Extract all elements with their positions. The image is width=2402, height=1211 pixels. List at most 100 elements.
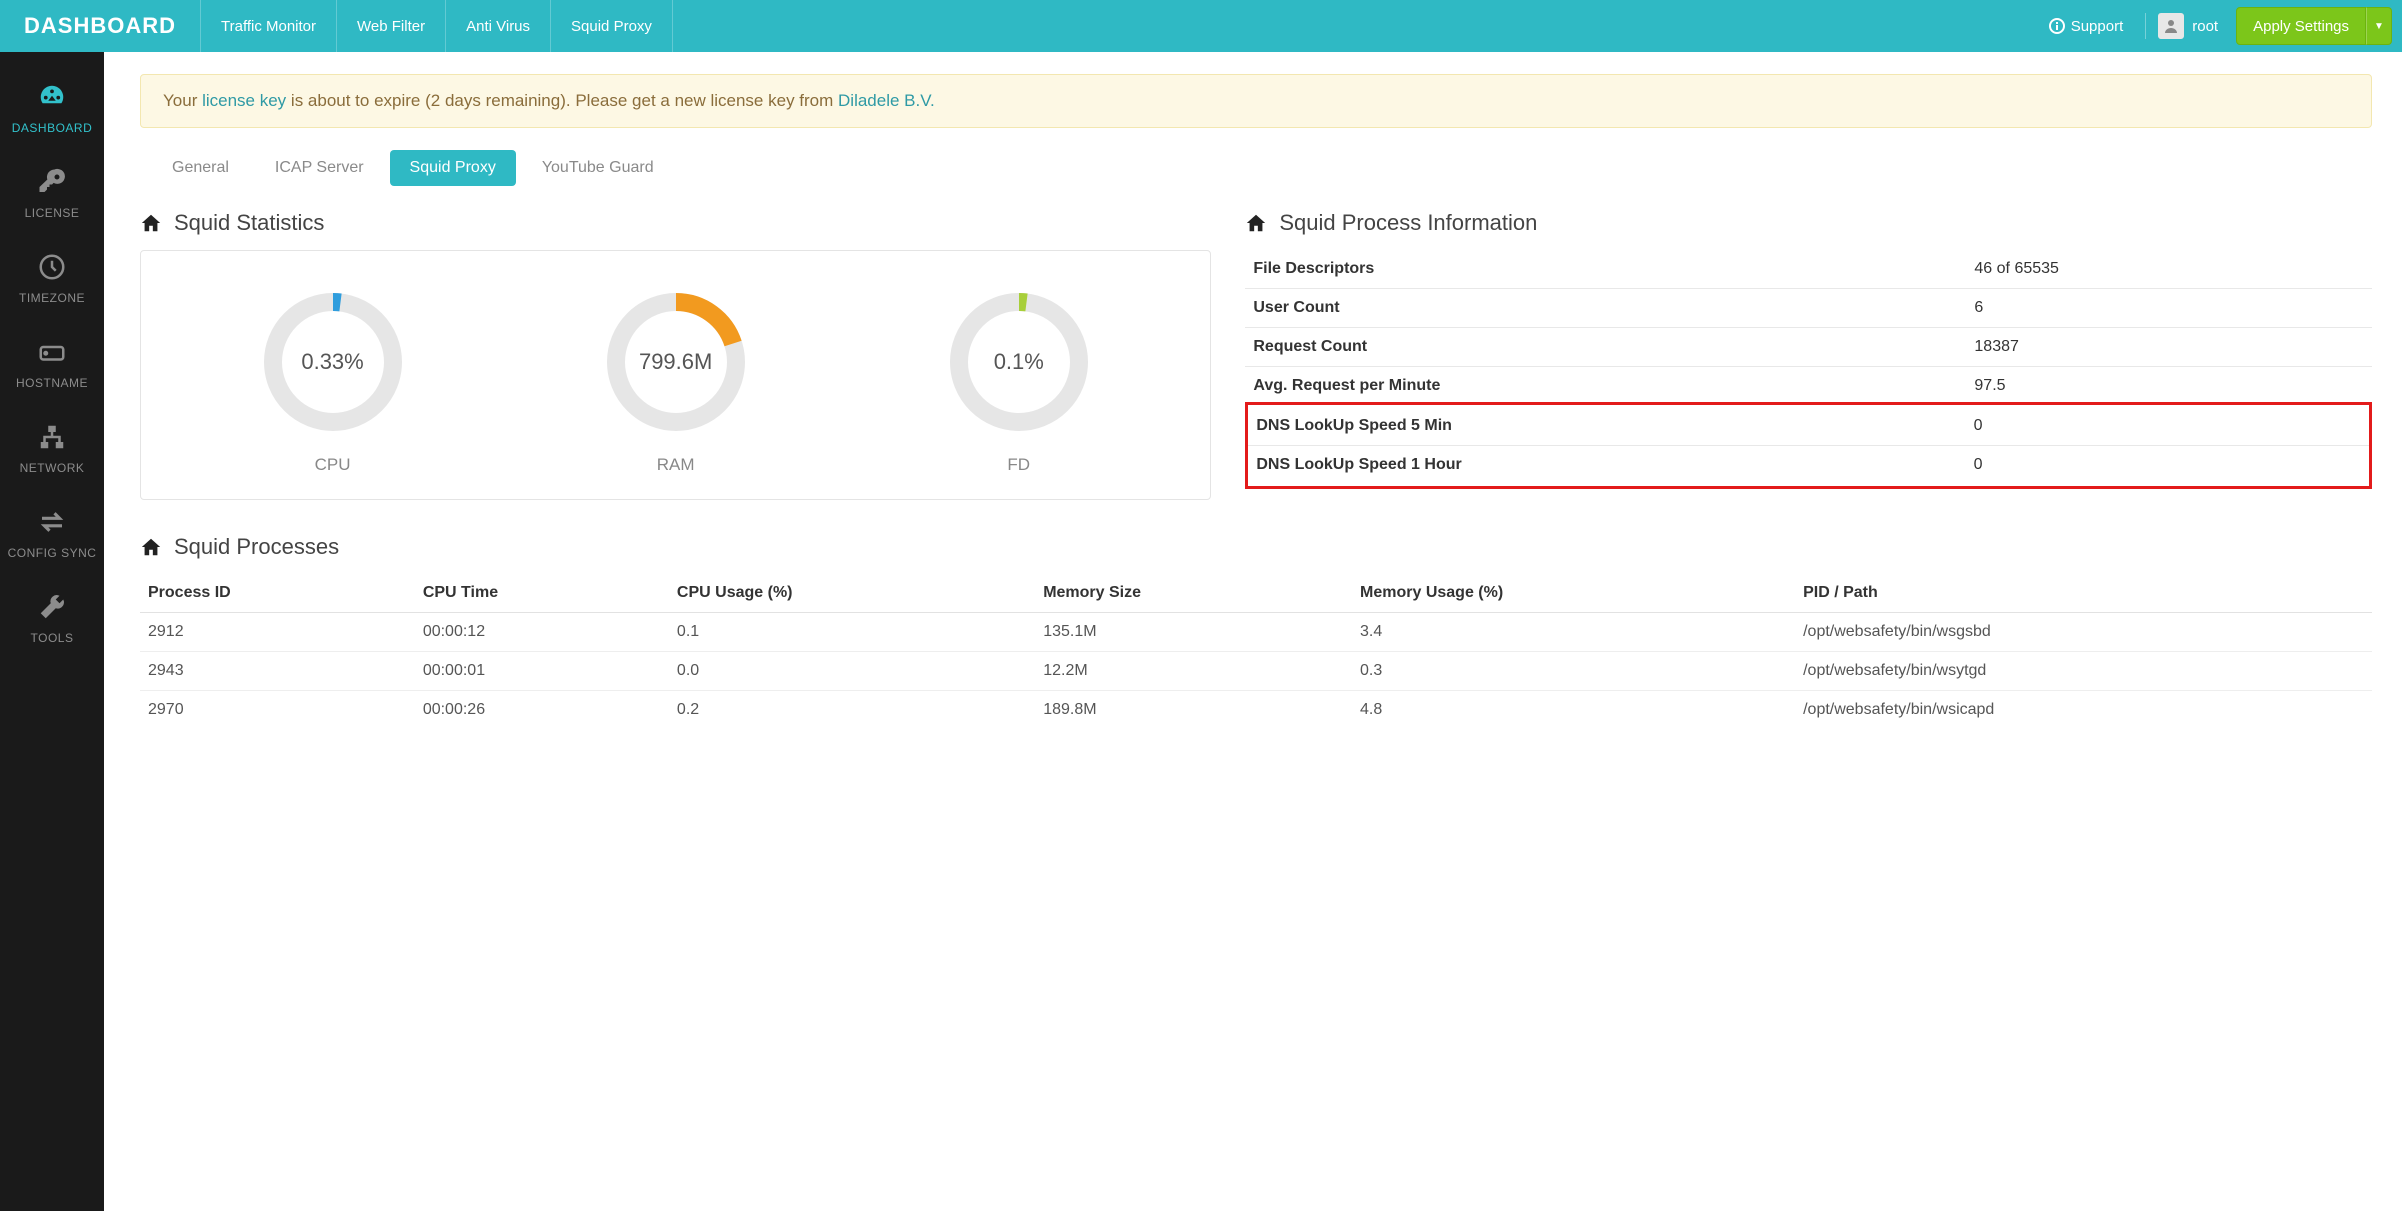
info-key: File Descriptors <box>1245 250 1966 289</box>
top-bar: DASHBOARD Traffic MonitorWeb FilterAnti … <box>0 0 2402 52</box>
support-link[interactable]: Support <box>2039 18 2134 35</box>
user-name: root <box>2192 18 2218 35</box>
column-header: PID / Path <box>1795 574 2372 613</box>
info-row: DNS LookUp Speed 5 Min0 <box>1248 407 2369 446</box>
sidebar-item-hostname[interactable]: HOSTNAME <box>0 321 104 406</box>
info-row: Avg. Request per Minute97.5 <box>1245 367 2372 406</box>
donut-fd: 0.1% FD <box>944 287 1094 475</box>
column-header: Process ID <box>140 574 415 613</box>
info-value: 0 <box>1966 407 2369 446</box>
topnav-item-squid-proxy[interactable]: Squid Proxy <box>551 0 673 52</box>
apply-settings-dropdown[interactable]: ▼ <box>2366 7 2392 45</box>
process-info-highlight-table: DNS LookUp Speed 5 Min0DNS LookUp Speed … <box>1248 407 2369 484</box>
topnav-item-traffic-monitor[interactable]: Traffic Monitor <box>201 0 337 52</box>
info-row: User Count6 <box>1245 289 2372 328</box>
support-label: Support <box>2071 18 2124 35</box>
sidebar-item-license[interactable]: LICENSE <box>0 151 104 236</box>
table-cell: 2943 <box>140 652 415 691</box>
sub-tabs: GeneralICAP ServerSquid ProxyYouTube Gua… <box>140 150 2372 186</box>
info-row: DNS LookUp Speed 1 Hour0 <box>1248 446 2369 485</box>
tab-general[interactable]: General <box>152 150 249 186</box>
sidebar-label: LICENSE <box>25 206 80 220</box>
info-key: Request Count <box>1245 328 1966 367</box>
sidebar-item-config-sync[interactable]: CONFIG SYNC <box>0 491 104 576</box>
info-value: 6 <box>1966 289 2372 328</box>
table-cell: 0.2 <box>669 691 1035 730</box>
squid-process-info-title: Squid Process Information <box>1245 210 2372 236</box>
info-key: Avg. Request per Minute <box>1245 367 1966 406</box>
brand-logo[interactable]: DASHBOARD <box>0 0 201 52</box>
table-cell: 0.0 <box>669 652 1035 691</box>
sidebar-label: CONFIG SYNC <box>8 546 97 560</box>
table-row: 291200:00:120.1135.1M3.4/opt/websafety/b… <box>140 613 2372 652</box>
wrench-icon <box>37 592 67 625</box>
info-value: 0 <box>1966 446 2369 485</box>
table-cell: /opt/websafety/bin/wsytgd <box>1795 652 2372 691</box>
sync-icon <box>37 507 67 540</box>
user-menu[interactable]: root <box>2158 13 2224 39</box>
table-cell: 00:00:01 <box>415 652 669 691</box>
processes-table: Process IDCPU TimeCPU Usage (%)Memory Si… <box>140 574 2372 729</box>
sidebar-item-network[interactable]: NETWORK <box>0 406 104 491</box>
sidebar-label: TOOLS <box>31 631 74 645</box>
vendor-link[interactable]: Diladele B.V. <box>838 91 935 110</box>
donut-label: RAM <box>657 455 695 475</box>
column-header: CPU Time <box>415 574 669 613</box>
donut-value: 0.33% <box>258 287 408 437</box>
column-header: CPU Usage (%) <box>669 574 1035 613</box>
donut-chart: 799.6M <box>601 287 751 437</box>
donut-chart: 0.33% <box>258 287 408 437</box>
home-icon <box>1245 212 1267 234</box>
table-cell: /opt/websafety/bin/wsicapd <box>1795 691 2372 730</box>
sidebar-item-timezone[interactable]: TIMEZONE <box>0 236 104 321</box>
stats-card: 0.33% CPU 799.6M RAM 0.1% FD <box>140 250 1211 500</box>
topnav-item-anti-virus[interactable]: Anti Virus <box>446 0 551 52</box>
table-cell: 3.4 <box>1352 613 1795 652</box>
table-cell: 0.1 <box>669 613 1035 652</box>
gauge-icon <box>37 82 67 115</box>
tab-youtube-guard[interactable]: YouTube Guard <box>522 150 674 186</box>
donut-label: CPU <box>315 455 351 475</box>
tab-squid-proxy[interactable]: Squid Proxy <box>390 150 516 186</box>
sidebar-item-tools[interactable]: TOOLS <box>0 576 104 661</box>
sidebar-label: NETWORK <box>20 461 85 475</box>
sidebar-item-dashboard[interactable]: DASHBOARD <box>0 66 104 151</box>
tab-icap-server[interactable]: ICAP Server <box>255 150 384 186</box>
dns-highlight-box: DNS LookUp Speed 5 Min0DNS LookUp Speed … <box>1245 402 2372 489</box>
info-value: 18387 <box>1966 328 2372 367</box>
network-icon <box>37 422 67 455</box>
info-key: DNS LookUp Speed 5 Min <box>1248 407 1965 446</box>
sidebar: DASHBOARD LICENSE TIMEZONE HOSTNAME NETWORK C… <box>0 52 104 1211</box>
license-key-link[interactable]: license key <box>202 91 286 110</box>
info-value: 97.5 <box>1966 367 2372 406</box>
divider <box>2145 13 2146 39</box>
table-row: 294300:00:010.012.2M0.3/opt/websafety/bi… <box>140 652 2372 691</box>
clock-icon <box>37 252 67 285</box>
table-cell: 189.8M <box>1035 691 1352 730</box>
table-cell: 135.1M <box>1035 613 1352 652</box>
table-cell: 0.3 <box>1352 652 1795 691</box>
donut-chart: 0.1% <box>944 287 1094 437</box>
donut-ram: 799.6M RAM <box>601 287 751 475</box>
info-value: 46 of 65535 <box>1966 250 2372 289</box>
apply-settings-button[interactable]: Apply Settings <box>2236 7 2366 45</box>
squid-processes-title: Squid Processes <box>140 534 2372 560</box>
topbar-right: Support root Apply Settings ▼ <box>2039 0 2402 52</box>
donut-value: 799.6M <box>601 287 751 437</box>
info-key: DNS LookUp Speed 1 Hour <box>1248 446 1965 485</box>
drive-icon <box>37 337 67 370</box>
license-alert: Your license key is about to expire (2 d… <box>140 74 2372 128</box>
topnav-item-web-filter[interactable]: Web Filter <box>337 0 446 52</box>
sidebar-label: HOSTNAME <box>16 376 88 390</box>
info-key: User Count <box>1245 289 1966 328</box>
column-header: Memory Size <box>1035 574 1352 613</box>
home-icon <box>140 536 162 558</box>
avatar-icon <box>2158 13 2184 39</box>
table-cell: 12.2M <box>1035 652 1352 691</box>
column-header: Memory Usage (%) <box>1352 574 1795 613</box>
apply-settings-group: Apply Settings ▼ <box>2236 7 2392 45</box>
table-cell: 2970 <box>140 691 415 730</box>
donut-label: FD <box>1007 455 1030 475</box>
top-nav: Traffic MonitorWeb FilterAnti VirusSquid… <box>201 0 673 52</box>
info-icon <box>2049 18 2065 34</box>
